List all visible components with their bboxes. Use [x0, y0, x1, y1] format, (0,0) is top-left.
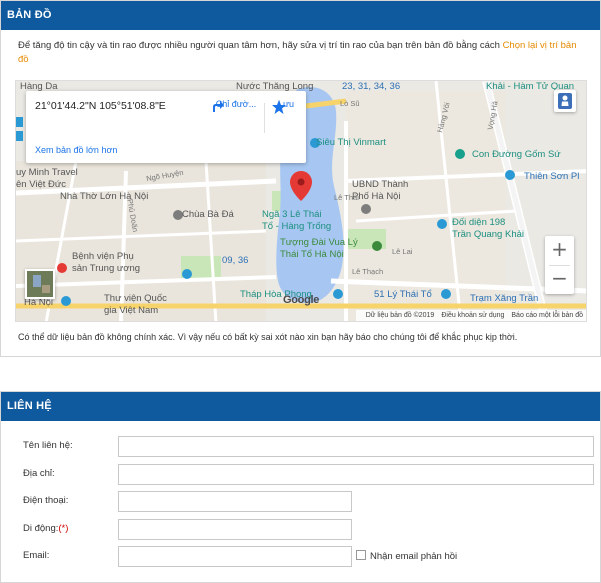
mobile-label: Di động:(*): [23, 523, 68, 534]
map-data-credit: Dữ liệu bản đồ ©2019: [365, 312, 435, 319]
email-label: Email:: [23, 550, 50, 561]
name-input[interactable]: [118, 436, 594, 457]
map-label: Bệnh viện Phụ sản Trung ương: [72, 251, 141, 274]
map-section-title: BẢN ĐỒ: [1, 1, 600, 30]
card-divider: [264, 103, 265, 133]
location-info-card: 21°01'44.2"N 105°51'08.8"E Chỉ đườ... Lư…: [26, 91, 306, 163]
phone-input[interactable]: [118, 491, 352, 512]
address-input[interactable]: [118, 464, 594, 485]
save-location-button[interactable]: Lưu: [271, 99, 301, 114]
map-label: 23, 31, 34, 36: [342, 81, 401, 92]
form-row-phone: Điện thoại:: [1, 491, 601, 512]
zoom-in-button[interactable]: +: [545, 236, 574, 265]
star-icon: [272, 100, 286, 114]
map-label: Lê Lai: [392, 247, 413, 256]
map-label: Trạm Xăng Trần: [470, 293, 539, 304]
form-row-name: Tên liên hệ:: [1, 436, 601, 457]
google-logo: Google: [283, 294, 320, 306]
contact-section-title: LIÊN HỆ: [1, 392, 600, 421]
map-label: Chùa Bà Đá: [182, 209, 234, 220]
view-larger-map-link[interactable]: Xem bản đồ lớn hơn: [35, 145, 117, 155]
map-label: Lê Thái: [334, 193, 359, 202]
map-intro-text: Để tăng độ tin cậy và tin rao được nhiều…: [18, 40, 503, 51]
map-label: Lê Thạch: [352, 267, 384, 276]
satellite-toggle-thumbnail[interactable]: [25, 269, 55, 299]
map-label: UBND Thành Phố Hà Nội: [352, 179, 409, 202]
map-label: uy Minh Travel: [16, 167, 78, 178]
pegman-icon: [558, 93, 572, 109]
report-error-link[interactable]: Báo cáo một lỗi bản đồ: [511, 312, 583, 319]
directions-button[interactable]: Chỉ đườ...: [210, 99, 262, 112]
map-attribution: Dữ liệu bản đồ ©2019 Điều khoản sử dụng Bá…: [355, 310, 586, 321]
contact-panel: LIÊN HỆ Tên liên hệ: Địa chỉ: Điện thoại…: [0, 391, 601, 583]
map-label: Siêu Thị Vinmart: [316, 137, 386, 148]
required-marker: (*): [58, 523, 69, 534]
map-view[interactable]: Hàng Da Nước Thăng Long 23, 31, 34, 36 K…: [15, 80, 587, 322]
address-label: Địa chỉ:: [23, 468, 55, 479]
coordinates-text: 21°01'44.2"N 105°51'08.8"E: [35, 100, 166, 112]
street-view-button[interactable]: [554, 90, 576, 112]
map-label: Ngã 3 Lê Thái Tổ - Hàng Trống: [262, 209, 332, 232]
terms-link[interactable]: Điều khoản sử dụng: [441, 312, 504, 319]
directions-icon: [213, 101, 224, 112]
map-label: Thư viện Quốc gia Việt Nam: [104, 293, 167, 316]
name-label: Tên liên hệ:: [23, 440, 73, 451]
map-panel: BẢN ĐỒ Để tăng độ tin cậy và tin rao đượ…: [0, 0, 601, 357]
mobile-input[interactable]: [118, 519, 352, 540]
map-intro: Để tăng độ tin cậy và tin rao được nhiều…: [18, 39, 578, 67]
map-label: 51 Lý Thái Tổ: [374, 289, 432, 300]
form-row-mobile: Di động:(*): [1, 519, 601, 540]
map-disclaimer: Có thể dữ liệu bản đồ không chính xác. V…: [18, 332, 518, 342]
map-label: Tượng Đài Vua Lý Thái Tổ Hà Nội: [280, 237, 358, 260]
zoom-out-button[interactable]: −: [545, 265, 574, 294]
mobile-label-text: Di động:: [23, 523, 59, 534]
email-input[interactable]: [118, 546, 352, 567]
email-feedback-checkbox[interactable]: [356, 550, 366, 560]
form-row-email: Email: Nhận email phản hồi: [1, 546, 601, 567]
map-label: Thiên Sơn Pl: [524, 171, 580, 182]
phone-label: Điện thoại:: [23, 495, 69, 506]
map-label: ên Việt Đức: [16, 179, 67, 190]
form-row-address: Địa chỉ:: [1, 464, 601, 485]
satellite-preview-icon: [27, 271, 53, 297]
map-label: Đối diện 198 Trần Quang Khải: [452, 217, 524, 240]
map-label: 09, 36: [222, 255, 249, 266]
zoom-control: + −: [545, 236, 574, 294]
email-feedback-label: Nhận email phản hồi: [370, 551, 458, 562]
map-label: Nhà Thờ Lớn Hà Nội: [60, 191, 149, 202]
email-feedback-option[interactable]: Nhận email phản hồi: [356, 550, 457, 562]
zoom-divider: [549, 265, 570, 266]
map-label: Lò Sũ: [340, 99, 360, 108]
map-label: Con Đường Gốm Sứ: [472, 149, 561, 160]
